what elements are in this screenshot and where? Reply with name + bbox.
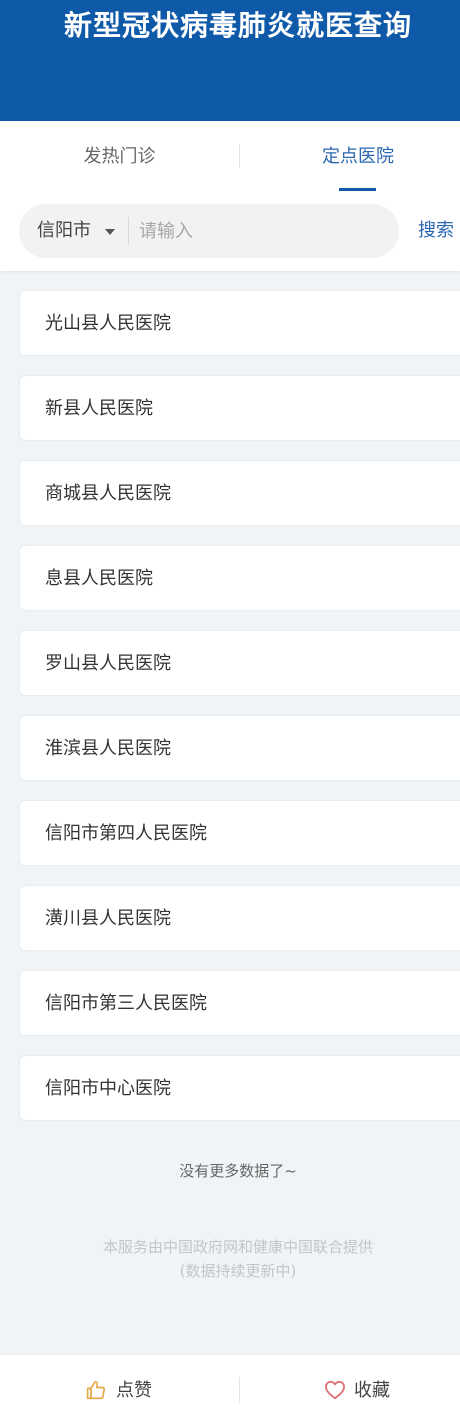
like-label: 点赞	[116, 1380, 152, 1401]
credit-line-2: (数据持续更新中)	[179, 1262, 297, 1280]
credit-line-1: 本服务由中国政府网和健康中国联合提供	[102, 1238, 373, 1256]
hospital-card[interactable]: 信阳市第三人民医院	[19, 970, 460, 1036]
hospital-name: 淮滨县人民医院	[45, 738, 171, 759]
hospital-card[interactable]: 息县人民医院	[19, 545, 460, 611]
search-divider	[128, 217, 129, 245]
hospital-name: 罗山县人民医院	[45, 653, 171, 674]
hospital-name: 商城县人民医院	[45, 483, 171, 504]
page-title: 新型冠状病毒肺炎就医查询	[63, 9, 412, 42]
hospital-name: 潢川县人民医院	[45, 908, 171, 929]
no-more-data-text: 没有更多数据了~	[179, 1162, 297, 1180]
hospital-name: 光山县人民医院	[45, 313, 171, 334]
search-bar: 信阳市 搜索	[0, 191, 460, 271]
bottom-action-bar: 点赞 收藏	[0, 1354, 460, 1424]
search-input[interactable]	[131, 204, 381, 258]
hospital-card[interactable]: 潢川县人民医院	[19, 885, 460, 951]
city-selector[interactable]: 信阳市	[37, 204, 91, 258]
tab-fever-clinic[interactable]: 发热门诊	[0, 121, 239, 191]
hospital-name: 息县人民医院	[45, 568, 153, 589]
hospital-name: 信阳市第四人民医院	[45, 823, 207, 844]
search-button[interactable]: 搜索	[418, 217, 454, 245]
hospital-card[interactable]: 罗山县人民医院	[19, 630, 460, 696]
header-banner: 新型冠状病毒肺炎就医查询	[0, 0, 460, 121]
hospital-card[interactable]: 光山县人民医院	[19, 290, 460, 356]
tab-designated-hospital[interactable]: 定点医院	[240, 121, 460, 191]
hospital-card[interactable]: 新县人民医院	[19, 375, 460, 441]
bottom-divider	[239, 1377, 240, 1403]
hospital-card[interactable]: 淮滨县人民医院	[19, 715, 460, 781]
hospital-name: 信阳市中心医院	[45, 1078, 171, 1099]
tab-bar: 发热门诊 定点医院	[0, 121, 460, 191]
hospital-card[interactable]: 信阳市中心医院	[19, 1055, 460, 1121]
caret-down-icon[interactable]	[105, 229, 115, 235]
hospital-name: 新县人民医院	[45, 398, 153, 419]
thumbs-up-icon	[86, 1380, 106, 1400]
search-box: 信阳市	[19, 204, 399, 258]
hospital-name: 信阳市第三人民医院	[45, 993, 207, 1014]
heart-icon	[324, 1380, 345, 1400]
service-credit: 本服务由中国政府网和健康中国联合提供 (数据持续更新中)	[0, 1235, 460, 1283]
favorite-label: 收藏	[354, 1380, 390, 1401]
hospital-card[interactable]: 商城县人民医院	[19, 460, 460, 526]
hospital-card[interactable]: 信阳市第四人民医院	[19, 800, 460, 866]
